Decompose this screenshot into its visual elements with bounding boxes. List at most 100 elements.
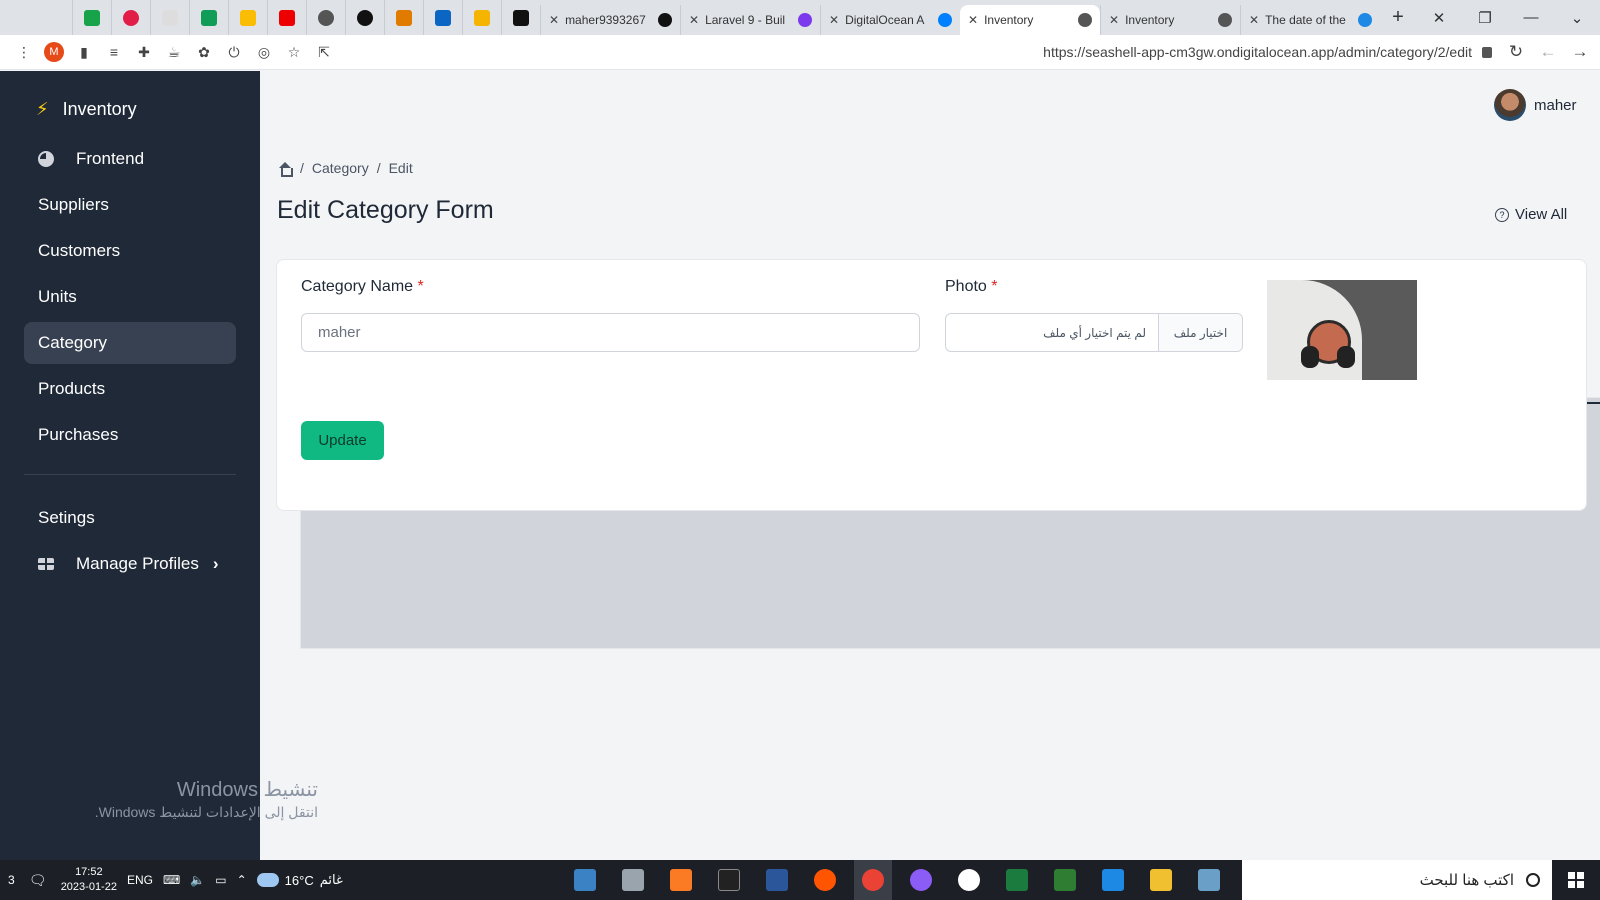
start-button[interactable] — [1552, 860, 1600, 900]
view-all-link[interactable]: ? View All — [1495, 206, 1567, 223]
taskbar-app[interactable] — [566, 860, 604, 900]
taskbar-app[interactable] — [710, 860, 748, 900]
weather-widget[interactable]: غائم 16°C — [256, 872, 343, 888]
sidebar-item-units[interactable]: Units — [24, 276, 1600, 649]
category-photo-preview — [1267, 280, 1417, 380]
taskbar-app[interactable] — [1046, 860, 1084, 900]
landscape-app-icon — [1198, 869, 1220, 891]
network-icon[interactable]: ▭ — [215, 873, 226, 887]
restore-window-icon[interactable]: ❐ — [1462, 0, 1508, 35]
tab-title: Inventory — [984, 13, 1034, 27]
reading-list-icon[interactable]: ≡ — [104, 42, 124, 62]
sidebar-item-manage-profiles[interactable]: Manage Profiles › — [24, 543, 236, 585]
close-tab-icon[interactable]: ✕ — [1109, 13, 1119, 27]
tab-search-icon[interactable]: ⌄ — [1554, 0, 1600, 35]
pinned-tab[interactable] — [306, 0, 345, 35]
taskbar-app[interactable] — [806, 860, 844, 900]
cloud-icon — [256, 873, 279, 887]
sidebar-item-category[interactable]: Category — [24, 322, 1600, 649]
pinned-tab[interactable] — [384, 0, 423, 35]
language-indicator[interactable]: ENG — [127, 873, 153, 887]
pinned-tab[interactable] — [228, 0, 267, 35]
pinned-tab[interactable] — [267, 0, 306, 35]
pinned-tab[interactable] — [111, 0, 150, 35]
sidebar-item-purchases[interactable]: Purchases — [24, 397, 1600, 649]
taskbar-clock[interactable]: 17:52 2023-01-22 — [61, 865, 117, 895]
extension-icon[interactable]: ☕ — [164, 42, 184, 62]
taskbar-app[interactable] — [902, 860, 940, 900]
close-tab-icon[interactable]: ✕ — [549, 13, 559, 27]
taskbar-app[interactable] — [1190, 860, 1228, 900]
required-mark: * — [991, 278, 998, 295]
taskbar-app-active[interactable] — [854, 860, 892, 900]
sidebar-brand[interactable]: ⚡ Inventory — [36, 99, 137, 120]
taskbar-app[interactable] — [998, 860, 1036, 900]
pinned-tab[interactable] — [462, 0, 501, 35]
choose-file-button[interactable]: اختيار ملف — [1158, 314, 1242, 351]
category-name-input[interactable]: maher — [301, 313, 920, 352]
sidebar-nav: Frontend Suppliers Customers Units Categ… — [24, 138, 1600, 649]
breadcrumb-category[interactable]: Category — [312, 160, 369, 176]
pinned-tab[interactable] — [72, 0, 111, 35]
side-panel-icon[interactable]: ▮ — [74, 42, 94, 62]
sidebar-item-settings[interactable]: Setings — [24, 397, 1600, 649]
app-icon — [513, 9, 529, 26]
sidebar-item-products[interactable]: Products — [24, 368, 1600, 649]
user-menu[interactable]: maher — [1494, 89, 1577, 121]
puzzle-icon[interactable]: ✚ — [134, 42, 154, 62]
digitalocean-icon — [938, 13, 952, 27]
search-placeholder: اكتب هنا للبحث — [1419, 872, 1514, 889]
chevron-up-icon[interactable]: ⌃ — [237, 873, 247, 887]
back-icon[interactable]: ← — [1534, 38, 1562, 66]
new-tab-button[interactable]: + — [1380, 0, 1416, 35]
forward-icon[interactable]: → — [1566, 38, 1594, 66]
watermark-title: تنشيط Windows — [176, 779, 318, 801]
sheets-icon — [84, 9, 100, 26]
close-tab-icon[interactable]: ✕ — [829, 13, 839, 27]
url-field[interactable]: https://seashell-app-cm3gw.ondigitalocea… — [334, 38, 1502, 66]
keyboard-icon[interactable]: ⌨ — [163, 873, 180, 887]
taskbar-app[interactable] — [1094, 860, 1132, 900]
volume-icon[interactable]: 🔈 — [190, 873, 205, 887]
browser-tab[interactable]: ✕ Inventory — [1100, 5, 1240, 35]
taskbar-app[interactable] — [758, 860, 796, 900]
bookmark-star-icon[interactable]: ☆ — [284, 42, 304, 62]
close-window-icon[interactable]: ✕ — [1416, 0, 1462, 35]
profile-avatar[interactable]: M — [44, 42, 64, 62]
close-tab-icon[interactable]: ✕ — [1249, 13, 1259, 27]
file-status: لم يتم اختيار أي ملف — [1043, 325, 1146, 340]
power-icon[interactable]: ⏻ — [224, 42, 244, 62]
taskbar-app[interactable] — [662, 860, 700, 900]
home-icon[interactable] — [278, 161, 293, 177]
reload-icon[interactable]: ↻ — [1502, 38, 1530, 66]
photo-file-input[interactable]: اختيار ملف لم يتم اختيار أي ملف — [945, 313, 1243, 352]
share-icon[interactable]: ⇱ — [314, 42, 334, 62]
pinned-tab[interactable] — [345, 0, 384, 35]
pinned-tab[interactable] — [423, 0, 462, 35]
extension-icon[interactable]: ◎ — [254, 42, 274, 62]
taskbar-app[interactable] — [614, 860, 652, 900]
sidebar-item-customers[interactable]: Customers — [24, 230, 1600, 649]
taskbar-app[interactable] — [950, 860, 988, 900]
taskbar-search[interactable]: اكتب هنا للبحث — [1242, 860, 1552, 900]
browser-tab-active[interactable]: ✕ Inventory — [960, 5, 1100, 35]
pinned-tab[interactable] — [501, 0, 540, 35]
sidebar-item-suppliers[interactable]: Suppliers — [24, 184, 1600, 649]
pinned-tab[interactable] — [189, 0, 228, 35]
browser-tab[interactable]: ✕ Laravel 9 - Buil — [680, 5, 820, 35]
more-menu-icon[interactable]: ⋮ — [14, 42, 34, 62]
lightning-icon: ⚡ — [36, 99, 49, 119]
browser-tab[interactable]: ✕ The date of the — [1240, 5, 1380, 35]
minimize-window-icon[interactable]: — — [1508, 0, 1554, 35]
close-tab-icon[interactable]: ✕ — [968, 13, 978, 27]
sidebar-item-frontend[interactable]: Frontend — [24, 138, 236, 180]
extension-icon[interactable]: ✿ — [194, 42, 214, 62]
pinned-tab[interactable] — [150, 0, 189, 35]
notification-icon[interactable]: 🗨 — [25, 868, 51, 892]
browser-tab[interactable]: ✕ maher9393267 — [540, 5, 680, 35]
close-tab-icon[interactable]: ✕ — [689, 13, 699, 27]
chrome-icon — [862, 869, 884, 891]
browser-tab[interactable]: ✕ DigitalOcean A — [820, 5, 960, 35]
update-button[interactable]: Update — [301, 421, 384, 460]
taskbar-app[interactable] — [1142, 860, 1180, 900]
